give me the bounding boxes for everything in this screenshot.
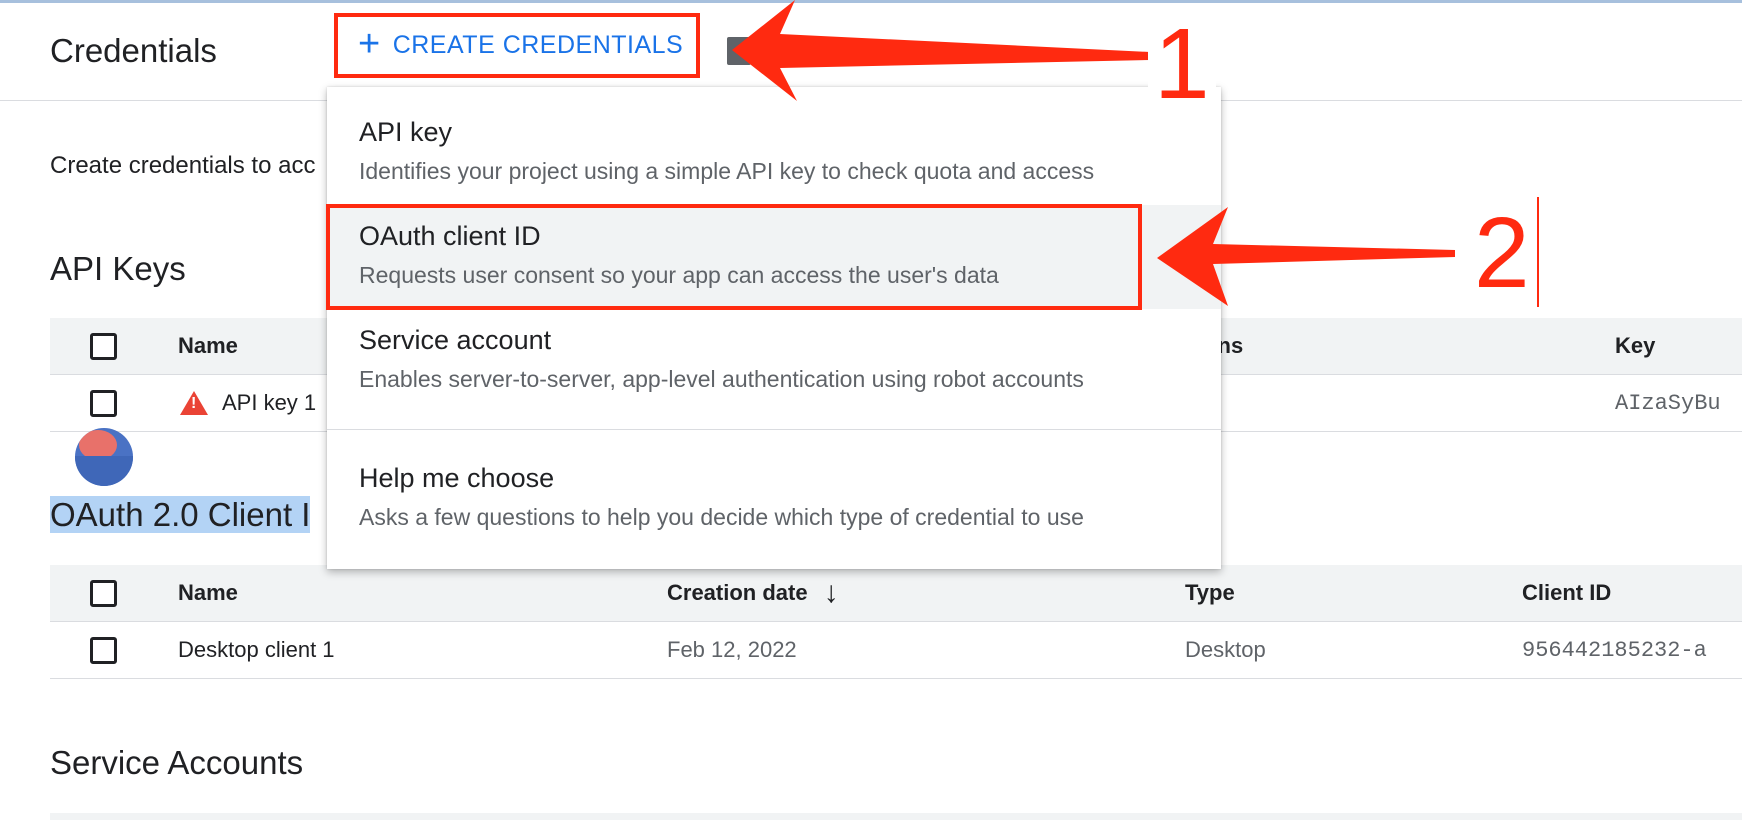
arrow-2-icon	[1157, 207, 1455, 306]
annotation-step-2: 2	[1468, 203, 1536, 303]
arrow-1-icon	[732, 0, 1150, 101]
annotation-arrows	[732, 0, 1455, 306]
annotation-step-1: 1	[1148, 14, 1216, 114]
text-cursor	[1537, 197, 1539, 307]
